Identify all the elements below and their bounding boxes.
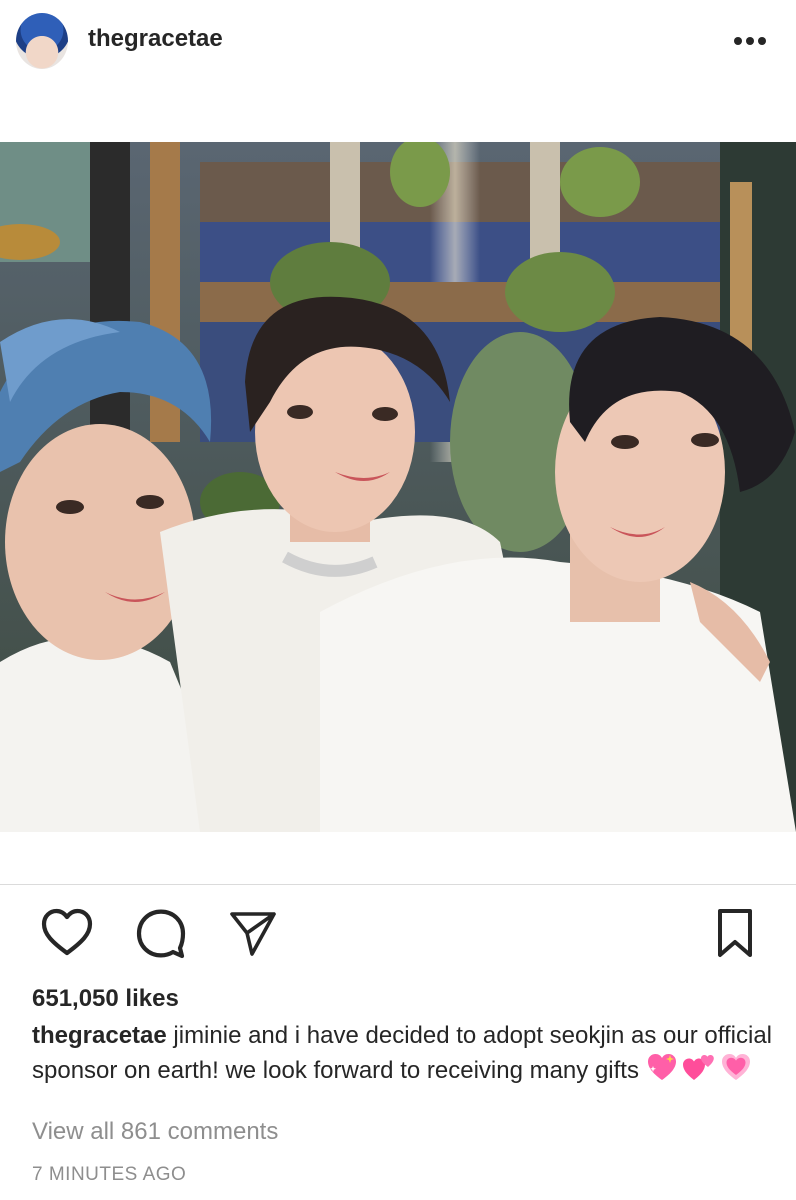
post-username[interactable]: thegracetae [88, 25, 223, 53]
more-options-icon[interactable] [730, 27, 770, 55]
avatar[interactable] [16, 13, 68, 69]
comment-icon[interactable] [134, 906, 188, 962]
view-comments-link[interactable]: View all 861 comments [32, 1118, 278, 1146]
action-bar [0, 906, 796, 966]
caption: thegracetae jiminie and i have decided t… [32, 1019, 772, 1091]
bookmark-icon[interactable] [708, 906, 762, 962]
post-header: thegracetae [0, 0, 796, 84]
divider [0, 884, 796, 885]
post-timestamp: 7 MINUTES AGO [32, 1164, 187, 1185]
paper-plane-icon[interactable] [228, 906, 282, 962]
growing-heart-emoji [720, 1052, 752, 1091]
sparkling-heart-emoji [646, 1052, 678, 1091]
heart-icon[interactable] [40, 906, 94, 962]
two-hearts-emoji [682, 1052, 716, 1091]
likes-count[interactable]: 651,050 likes [32, 985, 179, 1013]
post-photo[interactable] [0, 142, 796, 832]
caption-username[interactable]: thegracetae [32, 1022, 167, 1049]
